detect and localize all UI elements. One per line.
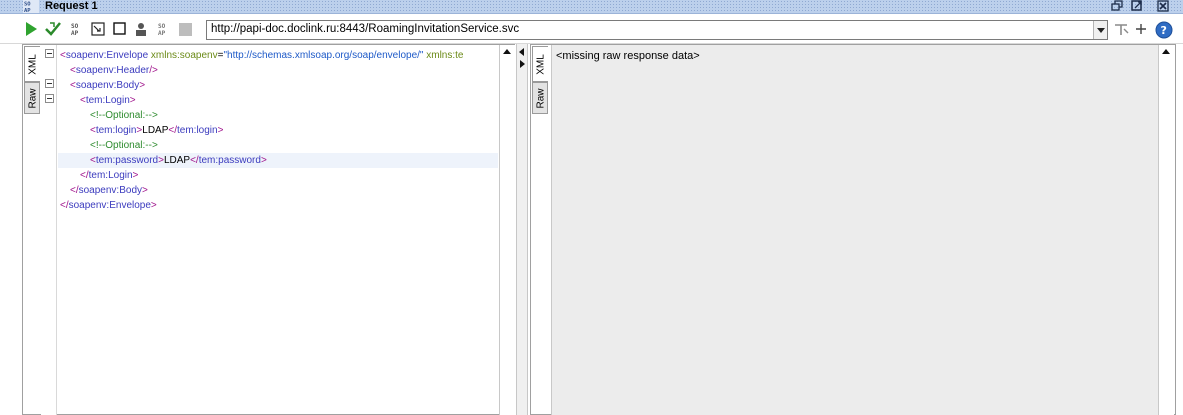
soap-icon[interactable]: SO AP <box>70 21 84 37</box>
request-scrollbar[interactable] <box>499 45 515 415</box>
code-token: "http://schemas.xmlsoap.org/soap/envelop… <box>223 50 424 61</box>
code-line: <tem:Login> <box>58 93 136 108</box>
close-icon[interactable] <box>1157 0 1170 12</box>
svg-text:SO: SO <box>158 23 166 30</box>
user-icon[interactable] <box>134 21 148 37</box>
soap2-icon[interactable]: SO AP <box>157 21 171 37</box>
code-token: tem:password <box>95 155 159 166</box>
code-token: tem:login <box>95 125 137 136</box>
scroll-up-icon[interactable] <box>500 45 515 59</box>
request-xml-editor[interactable]: <soapenv:Envelope xmlns:soapenv="http://… <box>58 45 498 415</box>
code-line: <tem:password>LDAP</tem:password> <box>58 153 498 168</box>
code-token: soapenv:Envelope <box>68 200 151 211</box>
response-raw-view[interactable]: <missing raw response data> <box>551 45 1158 415</box>
endpoint-url-text: http://papi-doc.doclink.ru:8443/RoamingI… <box>211 23 520 35</box>
code-line: <soapenv:Body> <box>58 78 145 93</box>
code-line: </soapenv:Envelope> <box>58 198 157 213</box>
add-icon[interactable] <box>1134 21 1148 37</box>
code-token: > <box>142 185 148 196</box>
fold-toggle-icon[interactable] <box>45 49 54 58</box>
scroll-up-icon[interactable] <box>1159 45 1174 59</box>
code-token: <!--Optional:--> <box>90 110 158 121</box>
code-token: </ <box>80 170 89 181</box>
title-bar: SO AP Request 1 <box>0 0 1183 14</box>
window-title: Request 1 <box>45 0 98 12</box>
code-token: xmlns:soapenv <box>148 50 218 61</box>
tab-request-xml-label: XML <box>27 54 39 75</box>
code-token: <!--Optional:--> <box>90 140 158 151</box>
code-token: </ <box>70 185 79 196</box>
soapui-request-window: SO AP Request 1 SO AP SO AP ? http://pap… <box>0 0 1183 415</box>
validate-icon[interactable] <box>44 21 62 37</box>
code-token: LDAP <box>142 125 169 136</box>
tab-request-raw[interactable]: Raw <box>24 82 40 114</box>
code-token: > <box>260 155 267 166</box>
pane-splitter[interactable] <box>516 44 528 415</box>
code-token: soapenv:Body <box>75 80 140 91</box>
maximize-icon[interactable] <box>1131 0 1144 12</box>
code-token: </ <box>168 125 178 136</box>
cancel-icon[interactable] <box>178 21 193 37</box>
tab-response-xml-label: XML <box>535 54 547 75</box>
tab-request-xml[interactable]: XML <box>24 46 40 82</box>
code-token: soapenv:Body <box>78 185 143 196</box>
format-icon[interactable] <box>91 21 105 37</box>
soap-request-icon: SO AP <box>23 0 39 14</box>
code-token: > <box>129 95 136 106</box>
endpoint-url-field[interactable]: http://papi-doc.doclink.ru:8443/RoamingI… <box>206 20 1108 40</box>
tab-response-raw[interactable]: Raw <box>532 82 548 114</box>
chevron-down-icon[interactable] <box>1093 21 1107 39</box>
code-line: <!--Optional:--> <box>58 108 158 123</box>
endpoint-icon[interactable] <box>1113 21 1131 37</box>
code-line: </tem:Login> <box>58 168 138 183</box>
code-line: <!--Optional:--> <box>58 138 158 153</box>
fold-toggle-icon[interactable] <box>45 79 54 88</box>
code-token: LDAP <box>163 155 191 166</box>
missing-response-message: <missing raw response data> <box>556 50 700 62</box>
stop-icon[interactable] <box>113 21 127 37</box>
svg-text:AP: AP <box>24 8 31 13</box>
svg-text:AP: AP <box>71 30 79 37</box>
help-icon[interactable]: ? <box>1155 21 1173 39</box>
code-token: </ <box>60 200 69 211</box>
svg-text:?: ? <box>1161 24 1167 37</box>
tab-request-raw-label: Raw <box>27 88 39 109</box>
svg-text:AP: AP <box>158 30 166 37</box>
code-token: > <box>132 170 139 181</box>
run-icon[interactable] <box>23 21 39 37</box>
tab-response-raw-label: Raw <box>535 88 547 109</box>
code-line: </soapenv:Body> <box>58 183 148 198</box>
code-token: > <box>139 80 146 91</box>
response-scrollbar[interactable] <box>1158 45 1174 415</box>
code-line: <soapenv:Header/> <box>58 63 158 78</box>
code-token: soapenv:Envelope <box>65 50 149 61</box>
code-token: </ <box>190 155 199 166</box>
code-token: tem:login <box>177 125 218 136</box>
code-token: > <box>150 200 157 211</box>
code-token: tem:Login <box>85 95 130 106</box>
code-line: <tem:login>LDAP</tem:login> <box>58 123 223 138</box>
code-line: <soapenv:Envelope xmlns:soapenv="http://… <box>58 48 463 63</box>
restore-icon[interactable] <box>1111 0 1124 12</box>
svg-text:SO: SO <box>24 2 31 8</box>
code-token: soapenv:Header <box>75 65 150 76</box>
svg-text:SO: SO <box>71 23 79 30</box>
code-token: xmlns:te <box>423 50 464 61</box>
code-token: tem:password <box>198 155 261 166</box>
code-token: tem:Login <box>88 170 133 181</box>
splitter-arrows-icon[interactable] <box>517 46 527 86</box>
tab-response-xml[interactable]: XML <box>532 46 548 82</box>
code-token: > <box>217 125 224 136</box>
fold-toggle-icon[interactable] <box>45 94 54 103</box>
code-token: /> <box>149 65 158 76</box>
